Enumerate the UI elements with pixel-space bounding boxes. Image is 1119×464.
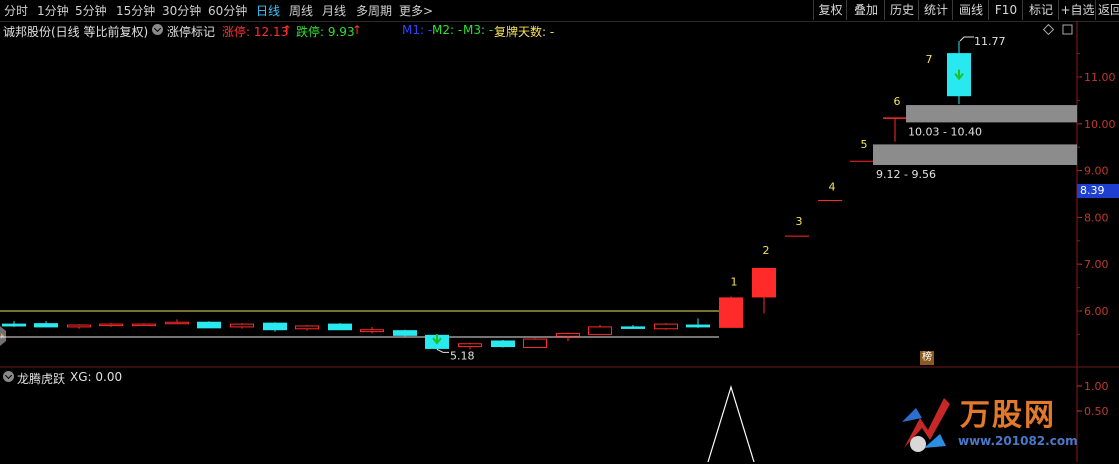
current-price-marker: 8.39 [1077,184,1119,198]
limit-count-3: 3 [796,215,803,228]
lower-dropdown-icon[interactable] [3,371,14,382]
gap-bar-upper [906,105,1077,123]
lower-tick-0: 1.00 [1084,380,1109,393]
candle-4 [132,323,156,327]
diamond-icon [1042,23,1055,36]
price-tick-0: 11.00 [1084,71,1116,84]
limit-count-4: 4 [829,180,836,193]
watermark-arrow-icon [902,398,950,452]
high-pointer [959,36,974,42]
candle-10 [328,323,352,331]
candle-21 [686,324,710,328]
candle-5 [165,321,189,325]
price-tick-4: 7.00 [1084,258,1109,271]
high-label: 11.77 [974,35,1006,48]
candle-23 [752,267,776,298]
gap-upper-label: 10.03 - 10.40 [908,125,982,138]
candle-1 [34,323,58,328]
price-tick-3: 8.00 [1084,211,1109,224]
candle-12 [393,330,417,336]
watermark-text: 万股网 [960,398,1056,433]
gap-bar-lower [873,144,1077,165]
candle-8 [263,322,287,331]
limit-count-6: 6 [894,95,901,108]
lower-indicator-name: 龙腾虎跃 [17,372,66,386]
gap-lower-label: 9.12 - 9.56 [876,168,936,181]
xg-signal-line [707,384,755,462]
candle-19 [621,326,645,329]
candle-14 [458,343,482,348]
xg-value: XG: 0.00 [70,370,123,384]
price-tick-2: 9.00 [1084,165,1109,178]
candle-16 [523,338,547,349]
price-tick-5: 6.00 [1084,305,1109,318]
candle-9 [295,325,319,330]
candle-11 [360,329,384,333]
limit-count-5: 5 [861,138,868,151]
bang-badge[interactable]: 榜 [920,351,934,365]
low-pointer [436,348,449,353]
candle-7 [230,323,254,328]
lower-panel-title: 龙腾虎跃 XG: 0.00 [0,368,1080,386]
limit-count-1: 1 [731,275,738,288]
candle-22 [719,297,743,328]
candle-3 [99,323,123,327]
candle-17 [556,332,580,337]
price-tick-1: 10.00 [1084,118,1116,131]
candle-2 [67,324,91,328]
limit-count-2: 2 [763,244,770,257]
candle-6 [197,321,221,329]
candle-20 [654,323,678,330]
watermark-url: www.201082.com [958,434,1078,448]
candle-0 [2,323,26,327]
candle-15 [491,340,515,348]
lower-tick-1: 0.50 [1084,405,1109,418]
candle-18 [588,326,612,335]
limit-count-7: 7 [926,53,933,66]
maximize-icon [1062,24,1073,35]
watermark-logo: 万股网 www.201082.com [900,388,1080,460]
low-label: 5.18 [450,349,475,362]
